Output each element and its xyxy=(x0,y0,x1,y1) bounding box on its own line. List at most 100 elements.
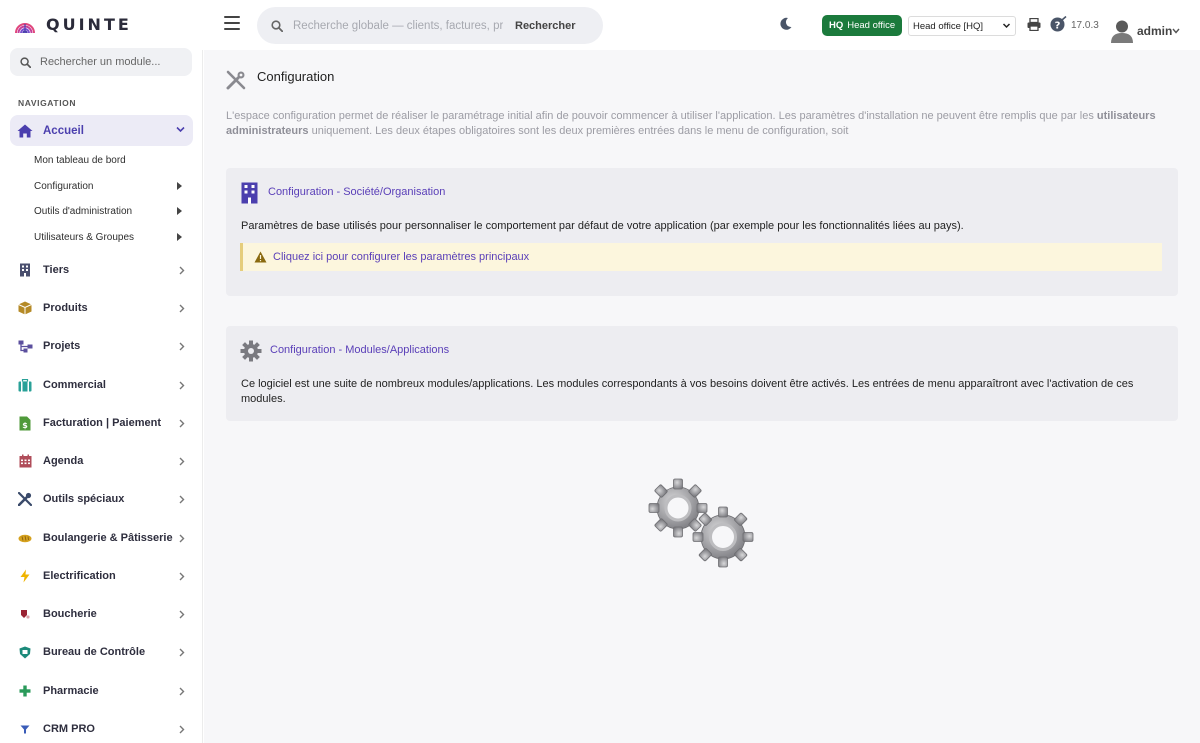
sidebar-item-label: Facturation | Paiement xyxy=(43,417,161,429)
help-icon[interactable]: ? xyxy=(1050,16,1068,32)
config-company-link[interactable]: Configuration - Société/Organisation xyxy=(268,186,445,198)
sidebar-item-label: Bureau de Contrôle xyxy=(43,646,146,658)
tools-icon xyxy=(17,491,33,507)
caret-right-icon xyxy=(177,182,182,190)
cross-icon xyxy=(17,683,33,699)
sidebar-subitem-users-groups[interactable]: Utilisateurs & Groupes xyxy=(34,232,134,243)
entity-badge-label: Head office xyxy=(847,20,896,31)
sidebar-item-outils-speciaux[interactable]: Outils spéciaux xyxy=(10,486,193,512)
sidebar-item-commercial[interactable]: Commercial xyxy=(10,372,193,398)
sidebar-item-label: Projets xyxy=(43,340,81,352)
chevron-down-icon[interactable] xyxy=(1172,28,1180,34)
search-icon xyxy=(271,19,283,32)
entity-badge[interactable]: HQ Head office xyxy=(822,15,903,36)
avatar[interactable] xyxy=(1111,19,1133,43)
chevron-right-icon xyxy=(179,687,185,696)
sidebar-item-label: CRM PRO xyxy=(43,723,95,735)
gear-icon xyxy=(240,340,262,362)
entity-select[interactable]: Head office [HQ] xyxy=(908,16,1016,36)
home-icon xyxy=(17,124,33,138)
search-icon xyxy=(20,56,31,68)
sidebar-item-projets[interactable]: Projets xyxy=(10,333,193,359)
building-icon xyxy=(17,262,33,278)
global-search-input[interactable] xyxy=(293,19,503,32)
invoice-icon: $ xyxy=(17,415,33,431)
chevron-right-icon xyxy=(179,457,185,466)
sidebar-item-label: Pharmacie xyxy=(43,685,99,697)
config-modules-card: Configuration - Modules/Applications Ce … xyxy=(226,326,1178,421)
version-label: 17.0.3 xyxy=(1071,20,1099,31)
sidebar-item-crm-pro[interactable]: CRM PRO xyxy=(10,716,193,742)
warning-icon xyxy=(254,251,267,263)
suitcase-icon xyxy=(17,377,33,393)
sidebar-item-agenda[interactable]: Agenda xyxy=(10,448,193,474)
bolt-icon xyxy=(17,568,33,584)
chevron-right-icon xyxy=(179,381,185,390)
chevron-right-icon xyxy=(179,610,185,619)
sidebar-item-pharmacie[interactable]: Pharmacie xyxy=(10,678,193,704)
funnel-icon xyxy=(17,721,33,737)
sidebar-item-label: Agenda xyxy=(43,455,84,467)
sidebar-item-accueil[interactable]: Accueil xyxy=(10,115,193,146)
intro-text: L'espace configuration permet de réalise… xyxy=(226,110,1156,137)
sidebar-subitem-configuration[interactable]: Configuration xyxy=(34,181,93,192)
sidebar-item-boulangerie[interactable]: Boulangerie & Pâtisserie xyxy=(10,525,193,551)
sitemap-icon xyxy=(17,338,33,354)
module-search-bar xyxy=(10,48,192,76)
main-content: Configuration L'espace configuration per… xyxy=(204,50,1200,743)
entity-select-value: Head office [HQ] xyxy=(913,20,984,32)
sidebar-item-label: Tiers xyxy=(43,264,70,276)
global-search-bar: Rechercher xyxy=(257,7,603,44)
app-name: QUINTE xyxy=(46,14,132,34)
sidebar-item-electrification[interactable]: Electrification xyxy=(10,563,193,589)
sidebar-item-label: Commercial xyxy=(43,379,106,391)
chevron-right-icon xyxy=(179,495,185,504)
module-search-input[interactable] xyxy=(40,56,180,68)
caret-right-icon xyxy=(177,233,182,241)
sidebar-item-facturation[interactable]: $ Facturation | Paiement xyxy=(10,410,193,436)
nav-section-title: NAVIGATION xyxy=(18,98,77,108)
config-modules-description: Ce logiciel est une suite de nombreux mo… xyxy=(241,378,1134,405)
gears-illustration-icon xyxy=(648,478,754,568)
calendar-icon xyxy=(17,453,33,469)
building-icon xyxy=(241,182,258,204)
printer-icon[interactable] xyxy=(1027,18,1041,31)
sidebar-item-tiers[interactable]: Tiers xyxy=(10,257,193,283)
tools-icon xyxy=(226,70,246,90)
chevron-down-icon xyxy=(1002,23,1011,29)
warning-box: Cliquez ici pour configurer les paramètr… xyxy=(240,243,1162,271)
chevron-right-icon xyxy=(179,572,185,581)
sidebar-item-label: Boulangerie & Pâtisserie xyxy=(43,532,173,544)
dark-mode-icon[interactable] xyxy=(780,17,792,30)
configure-main-params-link[interactable]: Cliquez ici pour configurer les paramètr… xyxy=(273,251,529,263)
sidebar-item-label: Accueil xyxy=(43,124,84,137)
sidebar: NAVIGATION Accueil Mon tableau de bord C… xyxy=(0,48,203,743)
chevron-right-icon xyxy=(179,534,185,543)
username[interactable]: admin xyxy=(1137,24,1172,38)
sidebar-item-bureau-controle[interactable]: Bureau de Contrôle xyxy=(10,639,193,665)
logo-icon xyxy=(15,23,35,34)
search-button[interactable]: Rechercher xyxy=(515,20,576,32)
top-bar: QUINTE Rechercher HQ Head office Head of… xyxy=(0,0,1200,50)
sidebar-item-label: Outils spéciaux xyxy=(43,493,125,505)
menu-toggle-icon[interactable] xyxy=(224,16,240,30)
chevron-down-icon xyxy=(176,126,185,133)
sidebar-item-produits[interactable]: Produits xyxy=(10,295,193,321)
chevron-right-icon xyxy=(179,648,185,657)
sidebar-subitem-dashboard[interactable]: Mon tableau de bord xyxy=(34,155,126,166)
chevron-right-icon xyxy=(179,725,185,734)
page-title: Configuration xyxy=(257,69,335,84)
chevron-right-icon xyxy=(179,266,185,275)
shield-icon xyxy=(17,644,33,660)
meat-icon xyxy=(17,606,33,622)
chevron-right-icon xyxy=(179,419,185,428)
sidebar-subitem-admin-tools[interactable]: Outils d'administration xyxy=(34,206,132,217)
chevron-right-icon xyxy=(179,342,185,351)
config-company-description: Paramètres de base utilisés pour personn… xyxy=(241,220,964,232)
entity-badge-code: HQ xyxy=(829,20,844,31)
svg-text:?: ? xyxy=(1055,21,1061,32)
sidebar-item-boucherie[interactable]: Boucherie xyxy=(10,601,193,627)
config-modules-link[interactable]: Configuration - Modules/Applications xyxy=(270,344,449,356)
box-icon xyxy=(17,300,33,316)
app-logo[interactable]: QUINTE xyxy=(14,12,132,36)
